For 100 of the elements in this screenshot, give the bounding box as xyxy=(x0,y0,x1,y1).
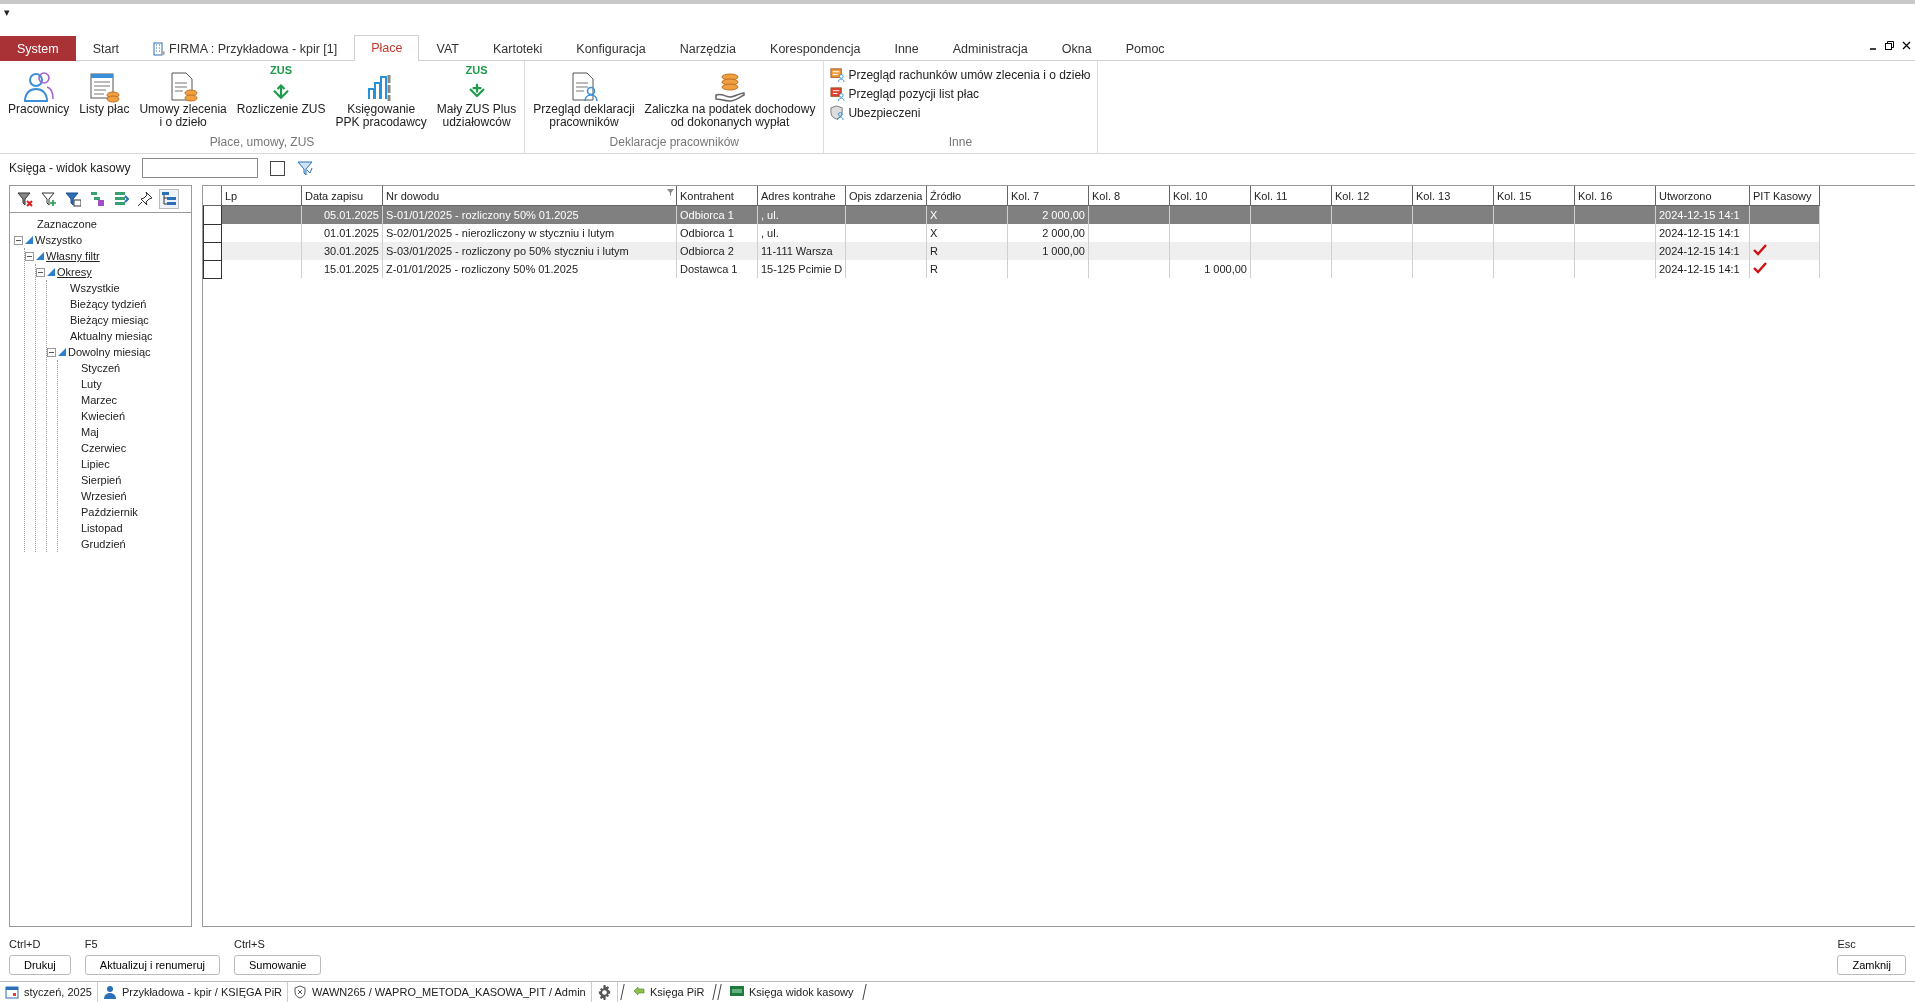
collapse-toggle[interactable] xyxy=(36,267,45,277)
column-header[interactable]: Opis zdarzenia xyxy=(845,186,927,206)
tree-item[interactable]: Dowolny miesiąc xyxy=(68,346,151,358)
column-header[interactable]: PIT Kasowy xyxy=(1749,186,1820,206)
filter-table-icon[interactable] xyxy=(63,189,83,209)
building-icon xyxy=(153,42,166,56)
window-tab[interactable]: Księga widok kasowy xyxy=(717,984,867,1000)
ribbon-tab[interactable]: Okna xyxy=(1044,36,1109,61)
column-header[interactable]: Kol. 15 xyxy=(1493,186,1575,206)
ribbon-tab[interactable]: Korespondencja xyxy=(753,36,878,61)
settings-icon[interactable] xyxy=(596,984,612,1000)
filter-field[interactable] xyxy=(142,158,259,178)
tree-item[interactable]: Zaznaczone xyxy=(37,218,97,230)
collapse-toggle[interactable] xyxy=(25,251,34,261)
column-header[interactable]: Kol. 7 xyxy=(1007,186,1089,206)
tree-view-icon[interactable] xyxy=(159,189,179,209)
shortcut-label: Ctrl+S xyxy=(233,938,266,950)
table-cell: , ul. xyxy=(761,227,779,239)
filter-remove-icon[interactable] xyxy=(15,189,35,209)
table-cell: R xyxy=(930,245,938,257)
ribbon-tab[interactable]: Start xyxy=(75,36,137,61)
column-header[interactable]: Kol. 12 xyxy=(1331,186,1413,206)
column-header[interactable]: Adres kontrahe xyxy=(757,186,846,206)
restore-icon[interactable] xyxy=(1885,41,1894,50)
tree-item[interactable]: Październik xyxy=(81,506,138,518)
close-icon[interactable] xyxy=(1902,41,1911,50)
column-header[interactable]: Źródło xyxy=(926,186,1008,206)
column-header[interactable]: Kontrahent xyxy=(676,186,758,206)
column-header[interactable]: Lp xyxy=(221,186,302,206)
tree-item[interactable]: Lipiec xyxy=(81,458,110,470)
tree-item[interactable]: Sierpień xyxy=(81,474,122,486)
column-header[interactable]: Kol. 13 xyxy=(1412,186,1494,206)
column-header[interactable]: Kol. 8 xyxy=(1088,186,1170,206)
ribbon-button[interactable]: Zaliczka na podatek dochodowy od dokonanych wypłat xyxy=(640,63,820,135)
column-header[interactable]: Kol. 16 xyxy=(1574,186,1656,206)
tree-item[interactable]: Wszystkie xyxy=(70,282,120,294)
column-header[interactable]: Kol. 11 xyxy=(1250,186,1332,206)
table-row[interactable]: 15.01.2025 Z-01/01/2025 - rozliczony 50% 01.2025 Dostawca 1 15-125 Pcimie D R 1 000,00 2024-12-15 14:1 xyxy=(203,260,1820,278)
icon-label: ZUS xyxy=(270,65,293,75)
ribbon-button[interactable]: Umowy zlecenia i o dzieło xyxy=(135,63,231,135)
filter-add-icon[interactable] xyxy=(39,189,59,209)
tree-item[interactable]: Listopad xyxy=(81,522,123,534)
pin-icon[interactable] xyxy=(135,189,155,209)
tree-item[interactable]: Wszystko xyxy=(35,234,83,246)
filter-icon[interactable] xyxy=(297,160,314,176)
ribbon-tab[interactable]: Administracja xyxy=(935,36,1045,61)
tree-item[interactable]: Maj xyxy=(81,426,99,438)
ribbon-button[interactable]: Przegląd pozycji list płac xyxy=(828,85,1093,102)
ribbon-button[interactable]: ZUS Mały ZUS Plus udziałowców xyxy=(432,63,521,135)
ribbon-button[interactable]: Pracownicy xyxy=(4,63,74,135)
ribbon-tab[interactable]: FIRMA : Przykładowa - kpir [1] xyxy=(136,36,355,61)
tree-item[interactable]: Luty xyxy=(81,378,102,390)
ribbon-tab[interactable]: Inne xyxy=(877,36,936,61)
quick-access-menu[interactable]: ▾ xyxy=(4,6,10,18)
action-button[interactable]: Aktualizuj i renumeruj xyxy=(84,955,220,975)
ribbon-button[interactable]: Przegląd rachunków umów zlecenia i o dzieło xyxy=(828,66,1093,83)
tree-item[interactable]: Bieżący tydzień xyxy=(70,298,147,310)
column-header[interactable]: Nr dowodu xyxy=(382,186,677,206)
collapse-toggle[interactable] xyxy=(47,347,56,357)
ribbon-tab[interactable]: Konfiguracja xyxy=(559,36,663,61)
window-tab[interactable]: Księga PiR xyxy=(620,984,717,1000)
group-label: Płace, umowy, ZUS xyxy=(208,135,316,151)
ribbon-tab[interactable]: VAT xyxy=(419,36,476,61)
ribbon-tab[interactable]: System xyxy=(0,36,76,61)
tree-item[interactable]: Okresy xyxy=(57,266,92,278)
table-row[interactable]: 30.01.2025 S-03/01/2025 - rozliczony po 50% styczniu i lutym Odbiorca 2 11-111 Warsza R 1 000,00 2024-12-15 14:1 xyxy=(203,242,1820,260)
tree-item[interactable]: Aktualny miesiąc xyxy=(70,330,153,342)
action-button[interactable]: Zamknij xyxy=(1837,955,1906,975)
ribbon-tab[interactable]: Pomoc xyxy=(1108,36,1182,61)
ribbon-tab[interactable]: Płace xyxy=(354,35,420,61)
action-button[interactable]: Sumowanie xyxy=(233,955,322,975)
filter-label: Księga - widok kasowy xyxy=(9,161,131,175)
action-button[interactable]: Drukuj xyxy=(9,955,71,975)
table-cell: 2024-12-15 14:1 xyxy=(1659,209,1740,221)
table-cell: Odbiorca 2 xyxy=(680,245,734,257)
tree-item[interactable]: Grudzień xyxy=(81,538,126,550)
ribbon-button[interactable]: Księgowanie PPK pracodawcy xyxy=(331,63,431,135)
tree-item[interactable]: Bieżący miesiąc xyxy=(70,314,149,326)
tree-item[interactable]: Wrzesień xyxy=(81,490,127,502)
user-icon xyxy=(102,985,117,999)
tree-item[interactable]: Własny filtr xyxy=(46,250,100,262)
filter-icon[interactable] xyxy=(667,189,674,196)
ribbon-tab[interactable]: Kartoteki xyxy=(475,36,560,61)
table-cell: X xyxy=(930,227,938,239)
ribbon-tab[interactable]: Narzędzia xyxy=(662,36,754,61)
ribbon-button[interactable]: Ubezpieczeni xyxy=(828,104,1093,121)
ribbon-button[interactable]: Listy płac xyxy=(75,63,134,135)
tree-item[interactable]: Marzec xyxy=(81,394,118,406)
document-person-icon xyxy=(830,67,846,82)
collapse-toggle[interactable] xyxy=(14,235,23,245)
column-header[interactable]: Data zapisu xyxy=(301,186,383,206)
ribbon-button[interactable]: ZUS Rozliczenie ZUS xyxy=(232,63,330,135)
table-row[interactable]: 05.01.2025 S-01/01/2025 - rozliczony 50% 01.2025 Odbiorca 1 , ul. X 2 000,00 2024-12-15 14:1 xyxy=(203,205,1820,224)
checkbox[interactable] xyxy=(270,160,286,176)
column-header[interactable]: Kol. 10 xyxy=(1169,186,1251,206)
column-header[interactable]: Utworzono xyxy=(1655,186,1750,206)
tree-item[interactable]: Kwiecień xyxy=(81,410,126,422)
ribbon-button[interactable]: Przegląd deklaracji pracowników xyxy=(529,63,639,135)
tree-item[interactable]: Styczeń xyxy=(81,362,121,374)
tree-item[interactable]: Czerwiec xyxy=(81,442,127,454)
